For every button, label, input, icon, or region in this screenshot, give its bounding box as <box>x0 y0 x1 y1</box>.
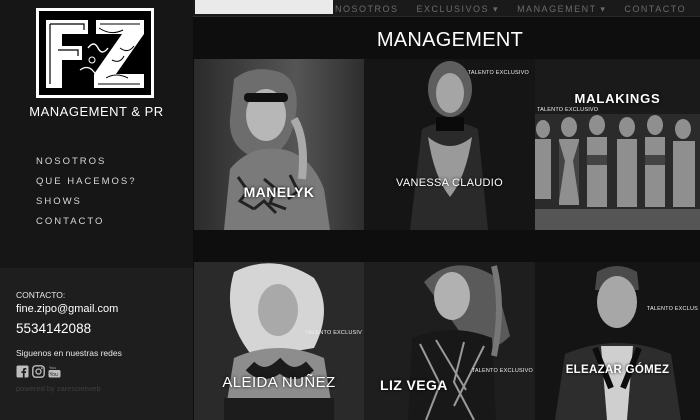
artist-name: VANESSA CLAUDIO <box>396 177 503 189</box>
contact-label: CONTACTO: <box>16 290 66 300</box>
top-navbar: NOSOTROS EXCLUSIVOS ▾ MANAGEMENT ▾ CONTA… <box>193 0 700 17</box>
youtube-icon[interactable]: You You <box>48 365 61 378</box>
artist-name: ALEIDA NUÑEZ <box>222 374 336 391</box>
instagram-icon[interactable] <box>32 365 45 378</box>
topnav-management[interactable]: MANAGEMENT ▾ <box>517 4 606 15</box>
contact-phone[interactable]: 5534142088 <box>16 321 91 336</box>
sidebar-nav: NOSOTROS QUE HACEMOS? SHOWS CONTACTO <box>36 155 137 235</box>
header-image <box>195 0 333 14</box>
artist-card-malakings[interactable]: TALENTO EXCLUSIVO MALAKINGS <box>535 59 700 230</box>
topnav-contacto[interactable]: CONTACTO <box>624 4 686 15</box>
powered-by[interactable]: powered by zarescietweb <box>16 384 101 393</box>
top-nav: NOSOTROS EXCLUSIVOS ▾ MANAGEMENT ▾ CONTA… <box>335 4 686 15</box>
facebook-icon[interactable] <box>16 365 29 378</box>
artist-card-manelyk[interactable]: MANELYK <box>194 59 364 230</box>
contact-email[interactable]: fine.zipo@gmail.com <box>16 303 118 315</box>
artist-name: MANELYK <box>243 184 315 200</box>
svg-text:You: You <box>49 365 56 370</box>
artist-name: MALAKINGS <box>574 91 661 106</box>
sidebar: MANAGEMENT & PR NOSOTROS QUE HACEMOS? SH… <box>0 0 193 420</box>
sidebar-top: MANAGEMENT & PR NOSOTROS QUE HACEMOS? SH… <box>0 0 193 268</box>
fz-logo[interactable] <box>36 8 154 98</box>
artist-name: ELEAZAR GÓMEZ <box>565 364 670 376</box>
contact-panel: CONTACTO: fine.zipo@gmail.com 5534142088… <box>0 268 193 420</box>
social-links: You You <box>16 365 61 378</box>
page-title: MANAGEMENT <box>376 29 524 51</box>
brand-name: MANAGEMENT & PR <box>29 104 164 119</box>
talent-tag: TALENTO EXCLUSIVO <box>467 70 529 76</box>
talent-tag: TALENTO EXCLUSIVO <box>471 368 533 374</box>
artist-card-vanessa-claudio[interactable]: TALENTO EXCLUSIVO VANESSA CLAUDIO <box>364 59 535 230</box>
sidebar-item-contacto[interactable]: CONTACTO <box>36 215 137 235</box>
svg-text:You: You <box>49 372 58 378</box>
topnav-exclusivos[interactable]: EXCLUSIVOS ▾ <box>417 4 500 15</box>
main-content: NOSOTROS EXCLUSIVOS ▾ MANAGEMENT ▾ CONTA… <box>193 0 700 420</box>
artist-name: LIZ VEGA <box>380 377 448 393</box>
talent-tag: TALENTO EXCLUSIV <box>305 330 362 336</box>
topnav-nosotros[interactable]: NOSOTROS <box>335 4 399 15</box>
talent-tag: TALENTO EXCLUSIVO <box>537 107 599 113</box>
artist-card-liz-vega[interactable]: TALENTO EXCLUSIVO LIZ VEGA <box>364 262 535 420</box>
artist-card-eleazar-gomez[interactable]: TALENTO EXCLUS ELEAZAR GÓMEZ <box>535 262 700 420</box>
follow-label: Siguenos en nuestras redes <box>16 348 122 358</box>
talent-tag: TALENTO EXCLUS <box>646 306 698 312</box>
sidebar-item-nosotros[interactable]: NOSOTROS <box>36 155 137 175</box>
sidebar-item-que-hacemos[interactable]: QUE HACEMOS? <box>36 175 137 195</box>
artist-card-aleida-nunez[interactable]: TALENTO EXCLUSIV ALEIDA NUÑEZ <box>194 262 364 420</box>
sidebar-item-shows[interactable]: SHOWS <box>36 195 137 215</box>
